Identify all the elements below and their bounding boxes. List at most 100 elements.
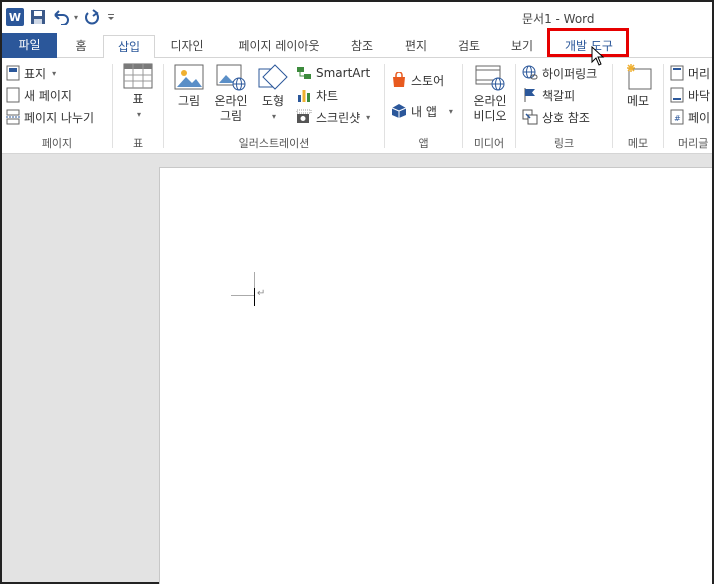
hyperlink-label: 하이퍼링크 [542,66,598,81]
picture-label: 그림 [177,94,201,108]
cross-reference-icon [522,109,538,125]
redo-icon[interactable] [84,8,100,26]
page-break-button[interactable]: 페이지 나누기 [6,107,94,127]
group-tables-label: 표 [132,137,144,150]
cross-reference-button[interactable]: 상호 참조 [522,107,590,127]
group-links-label: 링크 [553,137,575,150]
smartart-label: SmartArt [316,66,371,80]
my-apps-label: 내 앱 [411,104,437,119]
comment-icon [627,64,652,90]
footer-label: 바닥 [688,88,711,103]
tab-file[interactable]: 파일 [2,33,57,58]
window-title: 문서1 - Word [522,12,595,26]
table-button[interactable]: 표 ▾ [122,63,154,122]
header-button[interactable]: 머리 [670,63,710,83]
my-apps-button[interactable]: 내 앱 ▾ [391,101,453,121]
group-pages: 표지 ▾ 새 페이지 페이지 나누기 페이지 [2,58,112,154]
online-video-label-1: 온라인 [473,94,507,108]
tab-home[interactable]: 홈 [70,35,92,58]
text-cursor [254,288,255,306]
group-header-footer: 머리 바닥 # 페이 머리글 [664,58,712,154]
page-number-icon: # [670,109,684,125]
page-number-label: 페이 [688,110,711,125]
page-number-button[interactable]: # 페이 [670,107,710,127]
footer-button[interactable]: 바닥 [670,85,710,105]
store-button[interactable]: 스토어 [391,70,444,90]
tab-design[interactable]: 디자인 [164,35,210,58]
store-label: 스토어 [411,73,445,88]
shapes-button[interactable]: 도형 ▾ [256,63,290,124]
quick-access-toolbar: W ▾ [6,8,116,26]
save-icon[interactable] [30,8,46,26]
comment-label: 메모 [626,94,650,108]
picture-button[interactable]: 그림 [172,63,206,109]
tab-page-layout[interactable]: 페이지 레이아웃 [232,35,326,58]
group-pages-label: 페이지 [41,137,73,150]
cover-page-label: 표지 [24,66,47,81]
group-media: 온라인 비디오 미디어 [463,58,515,154]
bookmark-label: 책갈피 [542,88,576,103]
online-picture-label-1: 온라인 [214,94,248,108]
screenshot-icon [296,109,312,123]
group-illustrations-label: 일러스트레이션 [238,137,310,150]
hyperlink-icon [522,65,538,80]
blank-page-label: 새 페이지 [24,88,72,103]
blank-page-button[interactable]: 새 페이지 [6,85,72,105]
tab-view[interactable]: 보기 [507,35,537,58]
title-bar: W ▾ 문서1 - Word [2,2,712,33]
group-comments: 메모 메모 [613,58,663,154]
screenshot-button[interactable]: 스크린샷 ▾ [296,107,370,127]
tab-review[interactable]: 검토 [454,35,484,58]
cross-reference-label: 상호 참조 [542,110,590,125]
undo-icon[interactable]: ▾ [52,8,78,26]
header-label: 머리 [688,66,711,81]
chart-icon [298,90,310,102]
cover-page-icon [6,65,20,81]
group-links: 하이퍼링크 책갈피 상호 참조 링크 [516,58,612,154]
smartart-icon [297,67,311,79]
group-comments-label: 메모 [627,137,649,150]
chart-label: 차트 [316,88,339,103]
screenshot-label: 스크린샷 [316,110,361,125]
my-apps-icon [391,104,407,118]
tab-references[interactable]: 참조 [347,35,377,58]
chart-button[interactable]: 차트 [296,85,338,105]
header-icon [670,65,684,81]
table-label: 표 [132,92,144,106]
group-apps-label: 앱 [418,137,429,150]
ribbon-insert: 표지 ▾ 새 페이지 페이지 나누기 페이지 표 ▾ 표 그림 온라인 그림 도… [2,58,712,154]
ribbon-tabs: 파일 홈 삽입 디자인 페이지 레이아웃 참조 편지 검토 보기 개발 도구 [2,33,712,59]
margin-corner-horizontal [231,295,254,296]
group-header-footer-label: 머리글 [678,137,709,150]
group-illustrations: 그림 온라인 그림 도형 ▾ SmartArt 차트 스크린샷 ▾ 일러스트레이션 [164,58,384,154]
page-break-icon [6,109,20,125]
online-video-button[interactable]: 온라인 비디오 [469,63,511,124]
document-area: ↵ [2,154,712,584]
bookmark-button[interactable]: 책갈피 [522,85,575,105]
online-video-label-2: 비디오 [473,109,507,123]
tab-developer[interactable]: 개발 도구 [555,35,623,58]
mouse-pointer-icon [591,46,605,66]
customize-qat-icon[interactable] [106,8,116,26]
group-apps: 스토어 내 앱 ▾ 앱 [385,58,462,154]
blank-page-icon [6,87,20,103]
picture-icon [174,64,204,90]
tab-insert[interactable]: 삽입 [103,35,155,59]
paragraph-mark: ↵ [257,288,266,299]
comment-button[interactable]: 메모 [621,63,655,109]
hyperlink-button[interactable]: 하이퍼링크 [522,63,597,83]
online-video-icon [475,65,505,91]
smartart-button[interactable]: SmartArt [296,63,370,83]
document-page[interactable]: ↵ [159,167,712,584]
online-picture-button[interactable]: 온라인 그림 [210,63,252,124]
footer-icon [670,87,684,103]
shapes-label: 도형 [261,94,285,108]
tab-mailings[interactable]: 편지 [401,35,431,58]
group-tables: 표 ▾ 표 [113,58,163,154]
word-app-icon[interactable]: W [6,8,24,26]
store-icon [393,72,405,87]
online-picture-icon [216,64,246,91]
table-icon [123,63,153,89]
cover-page-button[interactable]: 표지 ▾ [6,63,56,83]
page-break-label: 페이지 나누기 [24,110,95,125]
